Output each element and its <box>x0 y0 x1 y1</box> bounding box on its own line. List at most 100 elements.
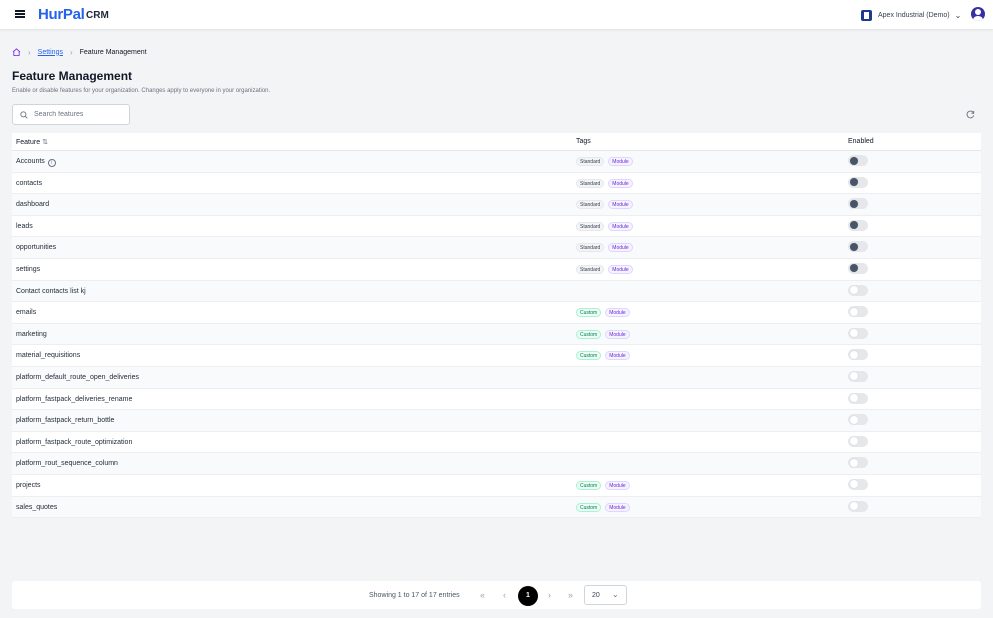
toggle-knob <box>849 199 858 208</box>
breadcrumb-settings-link[interactable]: Settings <box>38 49 63 56</box>
feature-name: emails <box>16 309 37 317</box>
toggle-knob <box>849 502 858 510</box>
home-icon[interactable] <box>12 48 21 56</box>
feature-name: Contact contacts list kj <box>16 287 86 295</box>
feature-name-cell: platform_fastpack_deliveries_rename <box>16 396 132 403</box>
toggle-knob <box>849 394 858 403</box>
logo-suffix: CRM <box>86 10 109 21</box>
table-row: platform_rout_sequence_column <box>12 453 981 475</box>
enabled-toggle[interactable] <box>848 500 868 512</box>
toggle-knob <box>849 286 858 295</box>
next-page-icon[interactable]: › <box>548 590 551 600</box>
page-subtitle: Enable or disable features for your orga… <box>12 88 271 94</box>
toggle-knob <box>849 372 858 381</box>
first-page-icon[interactable]: « <box>480 590 485 600</box>
toggle-knob <box>849 480 858 489</box>
table-row: Contact contacts list kj <box>12 280 981 303</box>
enabled-toggle[interactable] <box>848 219 868 231</box>
tags-cell: Custom Module <box>576 502 630 512</box>
feature-name: platform_fastpack_route_optimization <box>16 438 133 446</box>
feature-name-cell: Accounts i <box>16 158 56 167</box>
tags-cell: Custom Module <box>576 480 630 490</box>
tag-module: Module <box>608 200 633 210</box>
feature-name: Accounts <box>16 158 45 165</box>
enabled-toggle[interactable] <box>848 457 868 469</box>
enabled-toggle[interactable] <box>848 284 868 296</box>
toggle-knob <box>849 329 858 338</box>
tag-standard: Standard <box>576 221 605 231</box>
tag-module: Module <box>605 308 630 318</box>
toggle-knob <box>849 221 858 230</box>
enabled-toggle[interactable] <box>848 478 868 490</box>
page-button-current[interactable]: 1 <box>518 586 538 606</box>
table-row: platform_fastpack_route_optimization <box>12 431 981 454</box>
table-row: dashboard Standard Module <box>12 194 981 216</box>
last-page-icon[interactable]: » <box>568 590 573 600</box>
enabled-toggle[interactable] <box>848 349 868 361</box>
enabled-toggle[interactable] <box>848 435 868 447</box>
enabled-toggle[interactable] <box>848 327 868 339</box>
table-row: platform_fastpack_deliveries_rename <box>12 388 981 411</box>
feature-name-cell: contacts <box>16 180 42 187</box>
feature-name-cell: platform_fastpack_return_bottle <box>16 417 114 424</box>
search-input[interactable] <box>34 111 124 118</box>
tag-standard: Standard <box>576 200 605 210</box>
tag-module: Module <box>605 480 630 490</box>
logo[interactable]: HurPal <box>38 6 85 23</box>
table-row: sales_quotes Custom Module <box>12 496 981 519</box>
toggle-knob <box>849 156 858 165</box>
menu-icon[interactable] <box>15 10 25 18</box>
enabled-toggle[interactable] <box>848 414 868 426</box>
table-row: leads Standard Module <box>12 215 981 238</box>
avatar[interactable] <box>971 7 985 21</box>
page-size-select[interactable]: 20 ⌄ <box>584 585 627 605</box>
feature-name-cell: platform_default_route_open_deliveries <box>16 374 139 381</box>
enabled-toggle[interactable] <box>848 176 868 188</box>
tag-custom: Custom <box>576 329 602 339</box>
breadcrumb-separator: › <box>28 47 31 57</box>
enabled-toggle[interactable] <box>848 392 868 404</box>
page-title: Feature Management <box>12 69 133 83</box>
enabled-toggle[interactable] <box>848 262 868 274</box>
refresh-icon[interactable] <box>966 110 975 119</box>
table-row: projects Custom Module <box>12 474 981 497</box>
info-icon[interactable]: i <box>47 159 56 167</box>
page-size-value: 20 <box>592 592 600 599</box>
search-box[interactable] <box>12 104 130 125</box>
feature-name: platform_fastpack_deliveries_rename <box>16 395 133 403</box>
feature-name: platform_rout_sequence_column <box>16 460 118 468</box>
tags-cell: Standard Module <box>576 200 633 210</box>
toggle-knob <box>849 437 858 446</box>
feature-name-cell: opportunities <box>16 244 56 251</box>
tags-cell: Custom Module <box>576 329 630 339</box>
org-name: Apex Industrial (Demo) <box>878 11 950 19</box>
enabled-toggle[interactable] <box>848 306 868 318</box>
enabled-toggle[interactable] <box>848 198 868 210</box>
feature-name-cell: projects <box>16 482 41 489</box>
enabled-toggle[interactable] <box>848 370 868 382</box>
feature-name: marketing <box>16 330 47 338</box>
pagination-bar: Showing 1 to 17 of 17 entries « ‹ 1 › » … <box>12 581 981 609</box>
enabled-toggle[interactable] <box>848 155 868 166</box>
toggle-knob <box>849 415 858 424</box>
tag-custom: Custom <box>576 351 602 361</box>
sort-icon[interactable]: ⇅ <box>42 139 48 146</box>
chevron-down-icon: ⌄ <box>954 10 962 20</box>
column-header-feature[interactable]: Feature ⇅ <box>16 138 48 146</box>
org-switcher[interactable]: Apex Industrial (Demo) ⌄ <box>861 8 961 22</box>
feature-name-cell: sales_quotes <box>16 504 57 511</box>
tags-cell: Standard Module <box>576 264 633 274</box>
feature-name: opportunities <box>16 244 57 252</box>
tags-cell: Standard Module <box>576 178 633 188</box>
tag-standard: Standard <box>576 264 605 274</box>
toggle-knob <box>849 307 858 316</box>
tag-module: Module <box>608 264 633 274</box>
enabled-toggle[interactable] <box>848 241 868 253</box>
feature-name-cell: marketing <box>16 331 47 338</box>
feature-name: projects <box>16 481 41 489</box>
tags-cell: Custom Module <box>576 308 630 318</box>
prev-page-icon[interactable]: ‹ <box>503 590 506 600</box>
pagination-summary: Showing 1 to 17 of 17 entries <box>369 592 460 599</box>
table-row: Accounts i Standard Module <box>12 151 981 173</box>
tag-custom: Custom <box>576 308 602 318</box>
